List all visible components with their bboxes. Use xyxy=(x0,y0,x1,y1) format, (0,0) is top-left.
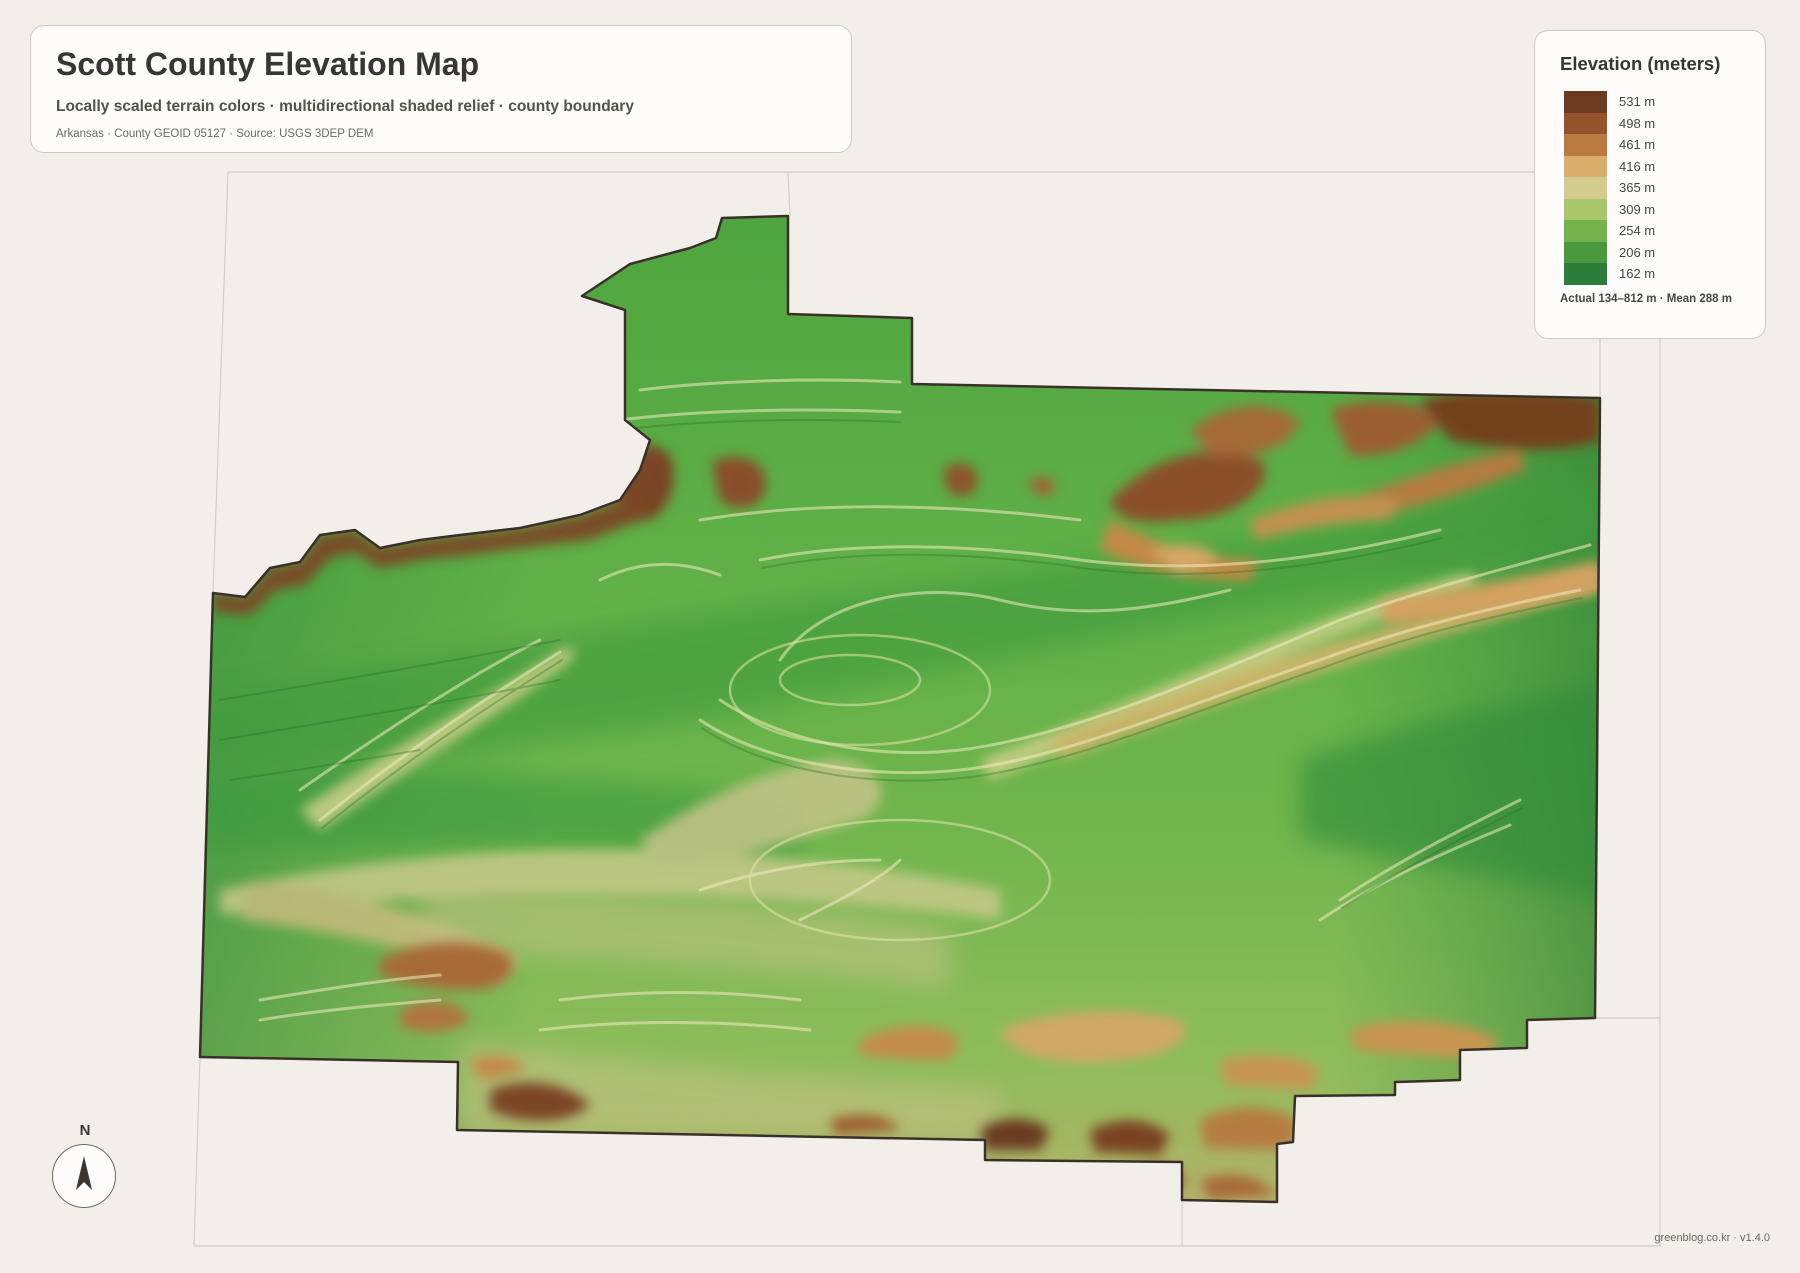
legend-label: 461 m xyxy=(1619,137,1656,152)
north-arrow-icon xyxy=(76,1156,92,1190)
legend-title: Elevation (meters) xyxy=(1560,53,1721,74)
terrain-relief xyxy=(200,216,1600,1202)
legend-label: 309 m xyxy=(1619,201,1656,217)
north-label: N xyxy=(79,1122,91,1139)
legend-swatch xyxy=(1564,220,1607,242)
legend-label: 206 m xyxy=(1619,244,1656,260)
legend-label: 416 m xyxy=(1619,158,1656,174)
elevation-map xyxy=(193,171,1661,1247)
credit-text: greenblog.co.kr · v1.4.0 xyxy=(1654,1232,1770,1244)
legend-label: 498 m xyxy=(1619,115,1656,131)
legend-swatch xyxy=(1564,177,1607,199)
legend-label: 531 m xyxy=(1619,94,1656,109)
legend-swatch xyxy=(1564,91,1607,113)
legend-swatch xyxy=(1564,263,1607,285)
north-arrow: N xyxy=(50,1122,120,1212)
legend-label: 162 m xyxy=(1619,266,1656,281)
legend-swatch xyxy=(1564,198,1607,220)
elevation-stats: Actual 134–812 m · Mean 288 m xyxy=(1560,293,1732,305)
legend-label: 365 m xyxy=(1619,180,1656,195)
legend-swatch xyxy=(1564,155,1607,177)
legend-swatch xyxy=(1564,134,1607,156)
legend-swatch xyxy=(1564,241,1607,263)
legend-panel: Elevation (meters) 531 m 498 m 461 m 416… xyxy=(1534,30,1766,339)
legend-swatch xyxy=(1564,112,1607,134)
legend-label: 254 m xyxy=(1619,223,1656,238)
